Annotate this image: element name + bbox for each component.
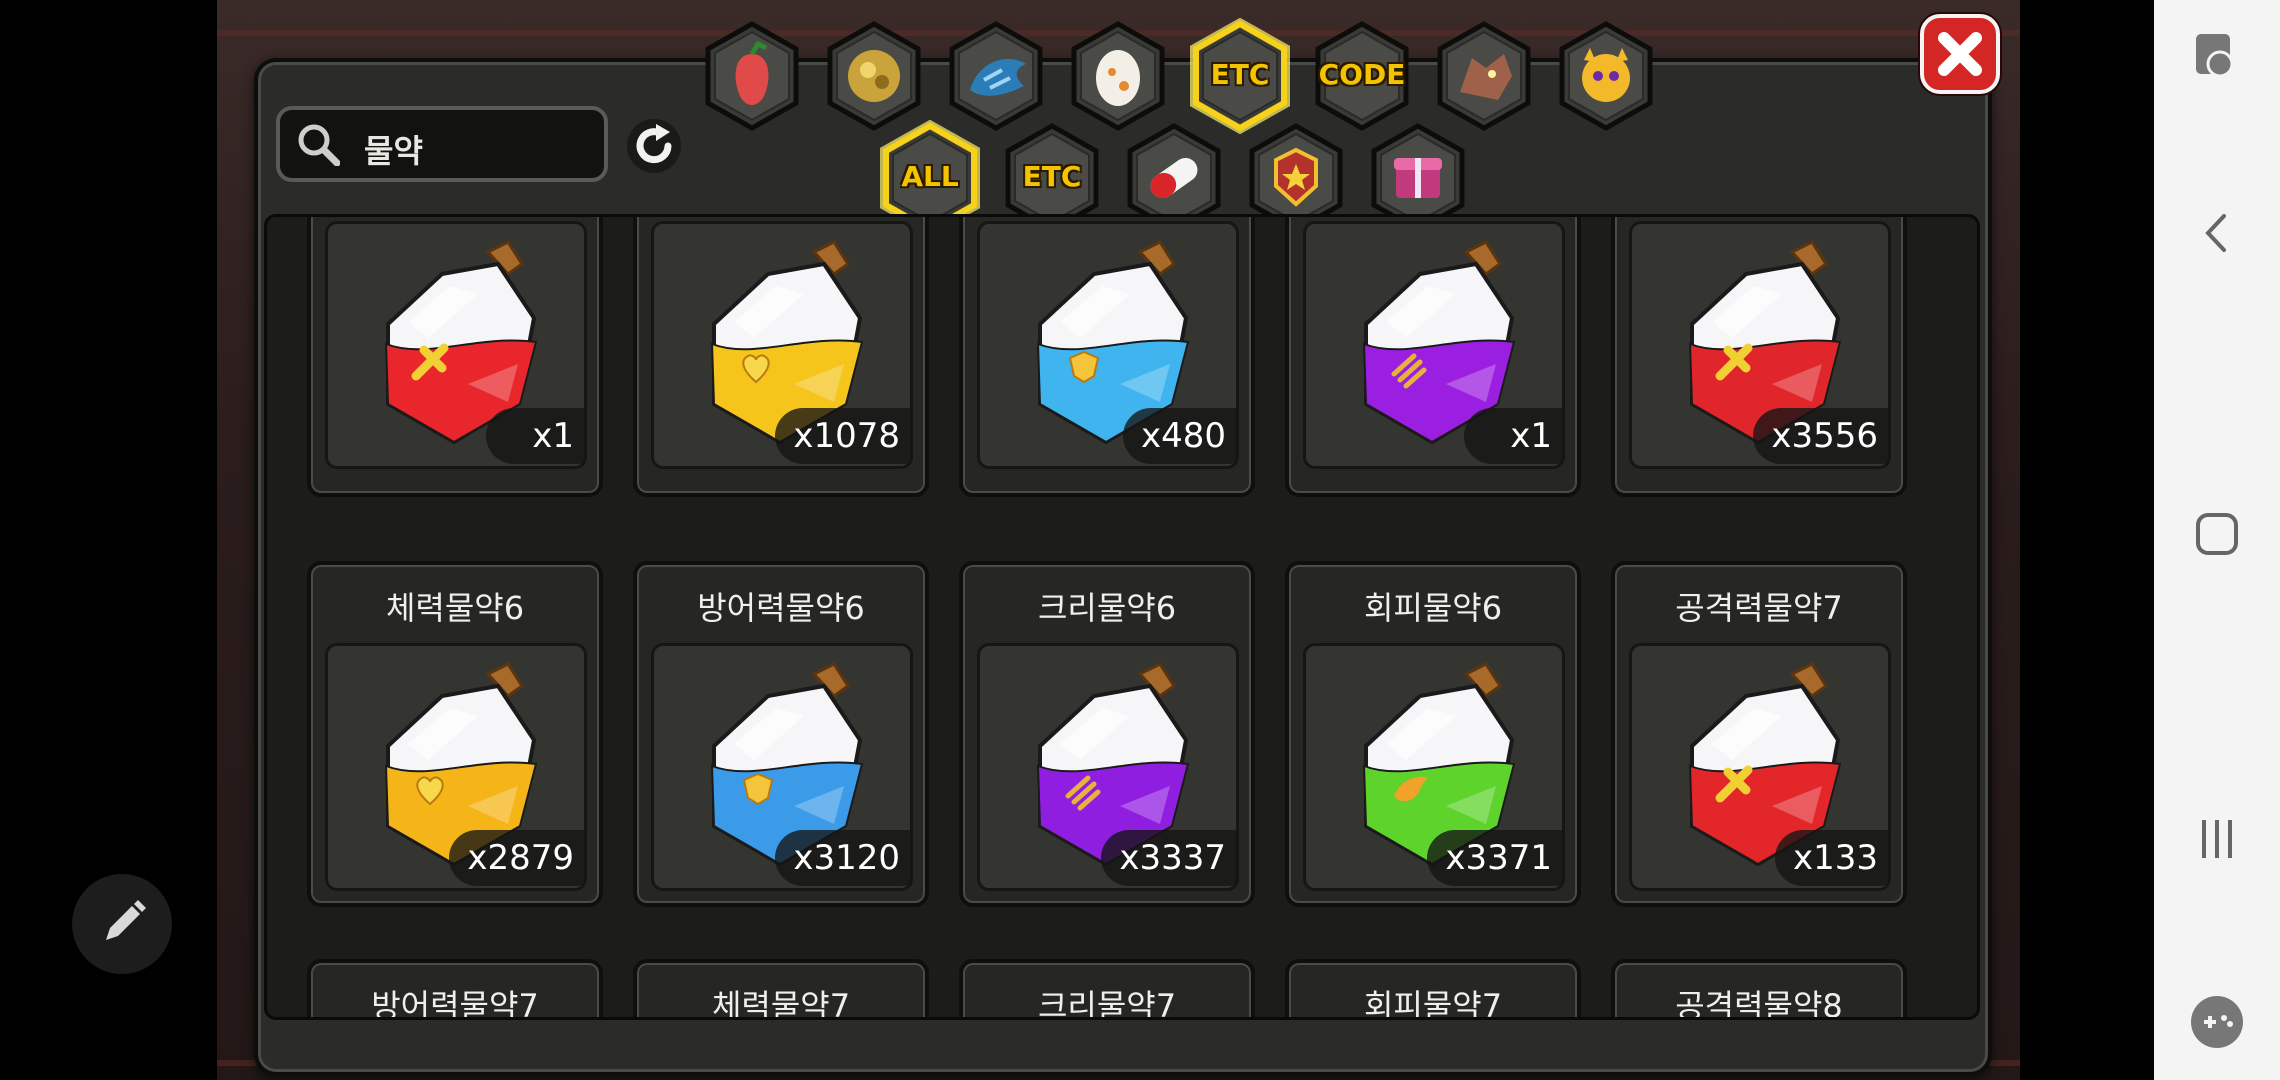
item-name: 회피물약7: [1363, 987, 1503, 1020]
potion-icon: x133: [1629, 643, 1891, 891]
item-card[interactable]: x3556: [1611, 217, 1907, 497]
item-name: 방어력물약6: [697, 589, 865, 627]
item-quantity: x1: [1464, 408, 1564, 464]
home-icon[interactable]: [2154, 510, 2280, 560]
item-card[interactable]: 체력물약6 x2879: [307, 561, 603, 907]
item-card[interactable]: 방어력물약7: [307, 959, 603, 1020]
item-quantity: x3337: [1101, 830, 1238, 886]
tab-label: CODE: [1318, 58, 1406, 91]
tab-egg-icon[interactable]: [1066, 18, 1170, 134]
item-card[interactable]: 크리물약7: [959, 959, 1255, 1020]
item-quantity: x1: [486, 408, 586, 464]
edit-button[interactable]: [72, 874, 172, 974]
item-card[interactable]: 회피물약7: [1285, 959, 1581, 1020]
potion-icon: x480: [977, 221, 1239, 469]
system-navigation-bar: [2154, 0, 2280, 1080]
item-name: 크리물약6: [1037, 589, 1177, 627]
item-card[interactable]: x1: [307, 217, 603, 497]
item-quantity: x2879: [449, 830, 586, 886]
potion-icon: x3556: [1629, 221, 1891, 469]
potion-icon: x3371: [1303, 643, 1565, 891]
screen-touch-icon[interactable]: [2154, 30, 2280, 80]
item-quantity: x133: [1774, 830, 1890, 886]
tab-code-tab[interactable]: CODE: [1310, 18, 1414, 134]
item-name: 공격력물약7: [1675, 589, 1843, 627]
item-name: 체력물약7: [711, 987, 851, 1020]
pencil-icon: [106, 900, 146, 940]
item-card[interactable]: x1: [1285, 217, 1581, 497]
recents-icon[interactable]: [2154, 814, 2280, 864]
potion-icon: x3337: [977, 643, 1239, 891]
tab-label: ETC: [1210, 58, 1270, 91]
item-grid[interactable]: x1 x1078 x480 x1 x3556 체력물약6 x2879 방어력물약6: [264, 214, 1980, 1020]
tab-dragon-scale-icon[interactable]: [944, 18, 1048, 134]
item-quantity: x3556: [1753, 408, 1890, 464]
potion-icon: x3120: [651, 643, 913, 891]
potion-icon: x1078: [651, 221, 913, 469]
item-name: 체력물약6: [385, 589, 525, 627]
item-card[interactable]: x480: [959, 217, 1255, 497]
close-button[interactable]: [1914, 8, 2006, 100]
item-card[interactable]: x1078: [633, 217, 929, 497]
tab-label: ALL: [901, 160, 959, 193]
search-input[interactable]: 물약: [276, 106, 608, 182]
item-name: 크리물약7: [1037, 987, 1177, 1020]
item-card[interactable]: 공격력물약8: [1611, 959, 1907, 1020]
game-tools-icon[interactable]: [2154, 994, 2280, 1050]
search-query: 물약: [364, 132, 423, 170]
tab-etc-tab[interactable]: ETC: [1188, 18, 1292, 134]
item-card[interactable]: 방어력물약6 x3120: [633, 561, 929, 907]
tab-dragon-head-icon[interactable]: [1432, 18, 1536, 134]
item-name: 공격력물약8: [1675, 987, 1843, 1020]
item-card[interactable]: 회피물약6 x3371: [1285, 561, 1581, 907]
item-card[interactable]: 체력물약7: [633, 959, 929, 1020]
item-card[interactable]: 공격력물약7 x133: [1611, 561, 1907, 907]
item-card[interactable]: 크리물약6 x3337: [959, 561, 1255, 907]
refresh-icon[interactable]: [624, 116, 684, 176]
item-quantity: x3371: [1427, 830, 1564, 886]
potion-icon: x2879: [325, 643, 587, 891]
item-quantity: x3120: [775, 830, 912, 886]
item-quantity: x1078: [775, 408, 912, 464]
back-icon[interactable]: [2154, 208, 2280, 258]
tab-fruit-icon[interactable]: [700, 18, 804, 134]
potion-icon: x1: [325, 221, 587, 469]
item-quantity: x480: [1122, 408, 1238, 464]
potion-icon: x1: [1303, 221, 1565, 469]
tab-monster-face-icon[interactable]: [1554, 18, 1658, 134]
item-name: 방어력물약7: [371, 987, 539, 1020]
item-name: 회피물약6: [1363, 589, 1503, 627]
tab-ore-icon[interactable]: [822, 18, 926, 134]
search-icon: [298, 124, 340, 166]
tab-label: ETC: [1022, 160, 1082, 193]
